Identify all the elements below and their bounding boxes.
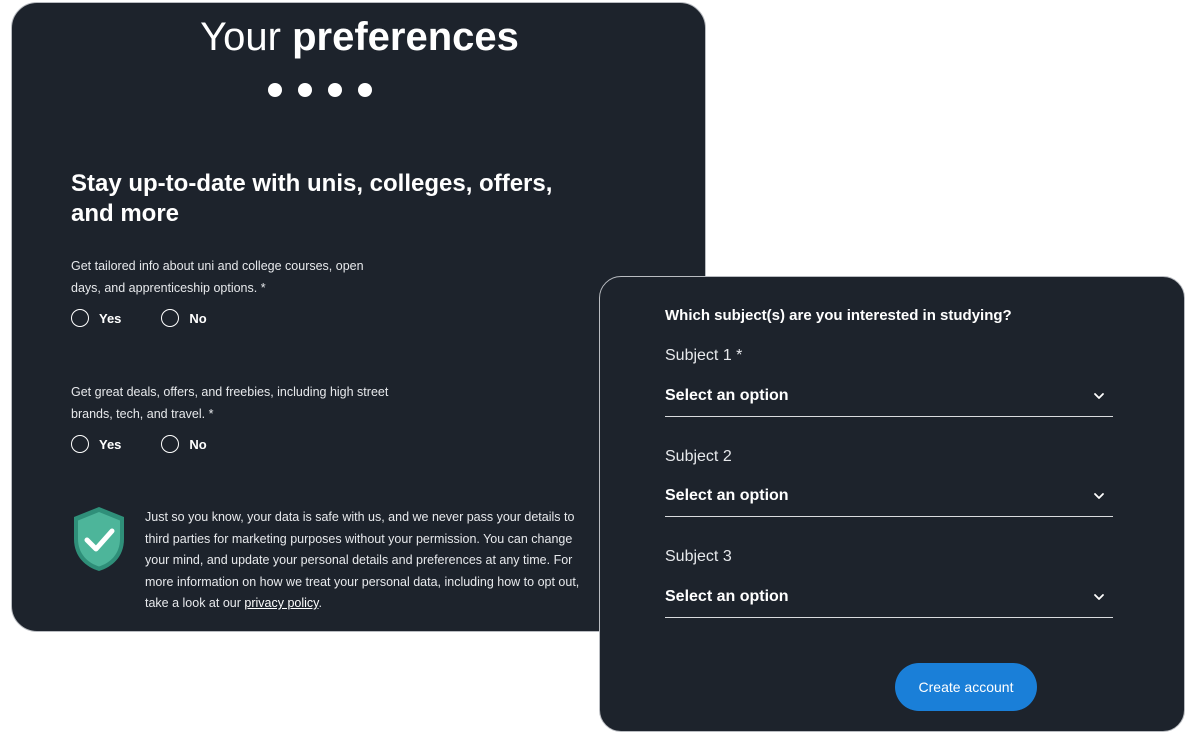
subject-2-select[interactable]: Select an option — [665, 477, 1113, 517]
subject-3-label: Subject 3 — [665, 548, 732, 565]
radio-course-info-yes[interactable]: Yes — [71, 309, 121, 327]
subjects-question: Which subject(s) are you interested in s… — [665, 307, 1012, 324]
section-headline: Stay up-to-date with unis, colleges, off… — [71, 170, 553, 227]
subject-1-select[interactable]: Select an option — [665, 377, 1113, 417]
radio-label: No — [189, 310, 207, 326]
privacy-notice: Just so you know, your data is safe with… — [145, 507, 595, 615]
step-dot-2 — [298, 83, 312, 97]
radio-deals-no[interactable]: No — [161, 435, 207, 453]
chevron-down-icon — [1094, 594, 1104, 600]
subject-2-label: Subject 2 — [665, 448, 732, 465]
chevron-down-icon — [1094, 393, 1104, 399]
privacy-policy-link[interactable]: privacy policy — [244, 596, 318, 610]
subject-3-value: Select an option — [665, 588, 789, 605]
radio-group-course-info: Yes No — [71, 309, 247, 327]
subject-1-value: Select an option — [665, 387, 789, 404]
radio-group-deals: Yes No — [71, 435, 247, 453]
radio-circle[interactable] — [71, 435, 89, 453]
subject-3-select[interactable]: Select an option — [665, 578, 1113, 618]
privacy-notice-text: Just so you know, your data is safe with… — [145, 510, 580, 610]
radio-circle[interactable] — [71, 309, 89, 327]
radio-circle[interactable] — [161, 309, 180, 327]
subjects-panel: Which subject(s) are you interested in s… — [599, 276, 1185, 732]
radio-label: No — [189, 436, 207, 452]
step-dot-1 — [268, 83, 282, 97]
question-course-info: Get tailored info about uni and college … — [71, 259, 364, 295]
privacy-notice-end: . — [318, 596, 322, 610]
radio-circle[interactable] — [161, 435, 180, 453]
radio-deals-yes[interactable]: Yes — [71, 435, 121, 453]
radio-label: Yes — [99, 310, 122, 326]
page-title: Your preferences — [200, 15, 519, 59]
radio-course-info-no[interactable]: No — [161, 309, 207, 327]
shield-check-icon — [74, 507, 124, 571]
subject-2-value: Select an option — [665, 487, 789, 504]
question-deals: Get great deals, offers, and freebies, i… — [71, 385, 389, 421]
radio-label: Yes — [99, 436, 122, 452]
step-dot-3 — [328, 83, 342, 97]
subject-1-label: Subject 1 * — [665, 347, 743, 364]
step-indicator — [268, 83, 372, 97]
chevron-down-icon — [1094, 493, 1104, 499]
create-account-button[interactable]: Create account — [895, 663, 1037, 711]
step-dot-4 — [358, 83, 372, 97]
